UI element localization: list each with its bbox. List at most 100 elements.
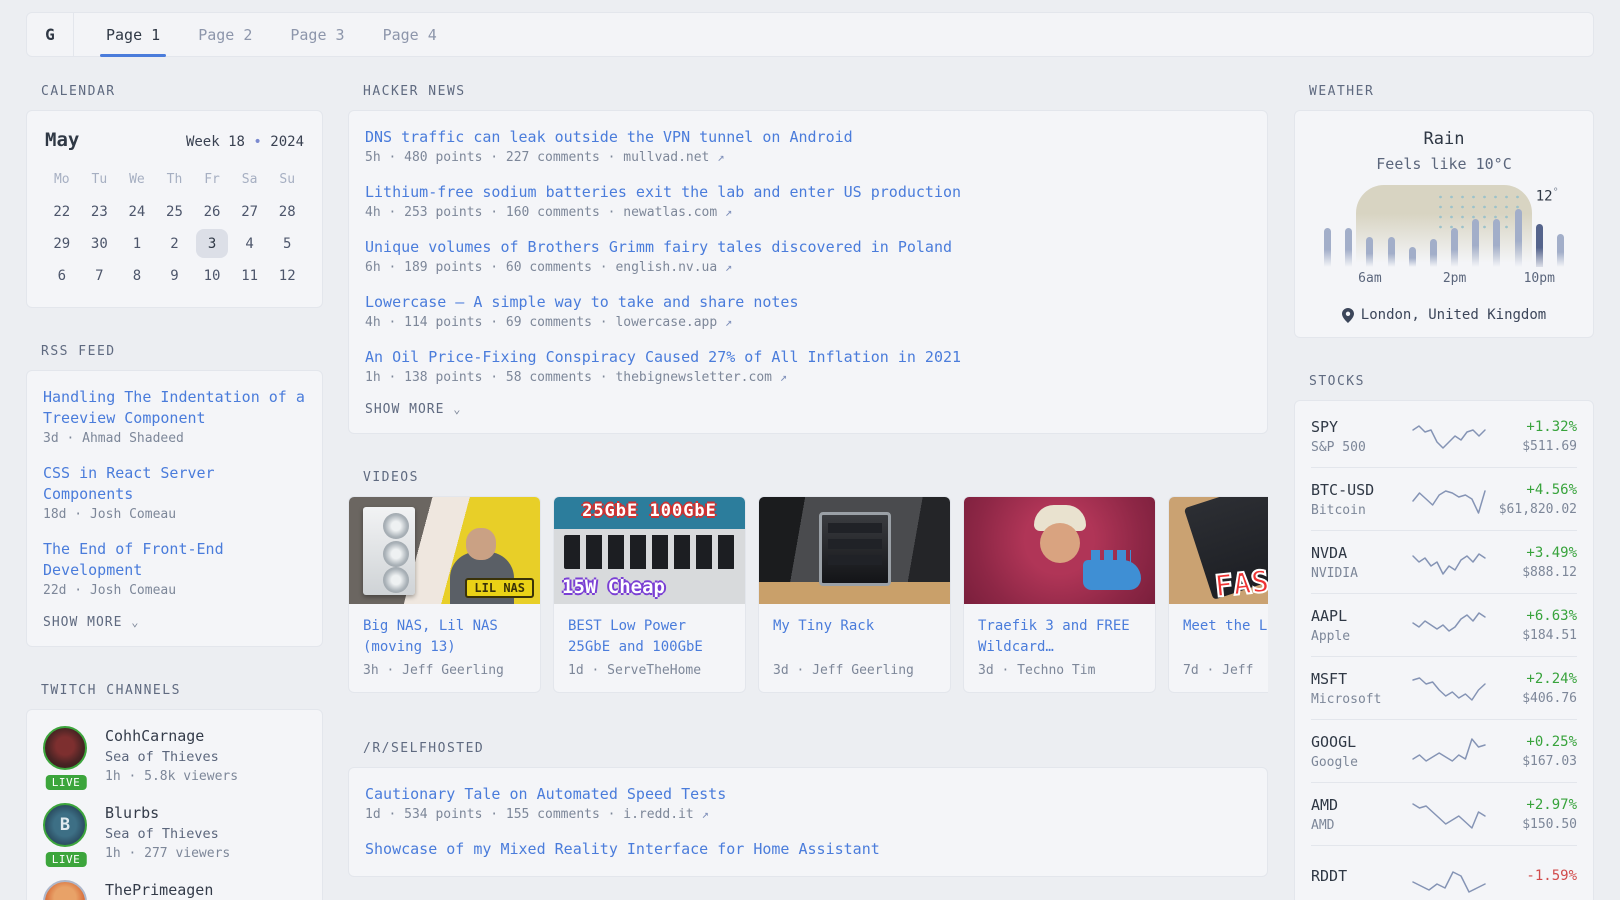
reddit-item-link[interactable]: Showcase of my Mixed Reality Interface f… <box>365 839 1251 860</box>
calendar-day: 6 <box>43 260 81 291</box>
twitch-avatar-blurbs: B <box>43 803 87 847</box>
rss-item-meta: 18d · Josh Comeau <box>43 507 306 522</box>
tab-page-2[interactable]: Page 2 <box>186 13 264 56</box>
weather-section-label: WEATHER <box>1294 84 1594 100</box>
reddit-item-link[interactable]: Cautionary Tale on Automated Speed Tests <box>365 784 1251 805</box>
twitch-viewers: 1h · 277 viewers <box>105 846 230 861</box>
avatar <box>43 880 89 900</box>
tab-page-4[interactable]: Page 4 <box>371 13 449 56</box>
stock-change: +3.49% <box>1491 545 1577 561</box>
weather-bar-slot <box>1359 185 1380 267</box>
stock-symbol-link[interactable]: SPY <box>1311 418 1407 436</box>
stock-symbol-link[interactable]: AAPL <box>1311 607 1407 625</box>
stock-sparkline <box>1411 418 1487 454</box>
external-link-icon[interactable]: ↗ <box>725 205 732 219</box>
stock-change: +4.56% <box>1491 482 1577 498</box>
hackernews-item: Lowercase – A simple way to take and sha… <box>365 292 1251 330</box>
stock-sparkline <box>1411 544 1487 580</box>
video-title-link[interactable]: Traefik 3 and FREE Wildcard… <box>978 616 1141 658</box>
external-link-icon[interactable]: ↗ <box>702 807 709 821</box>
hackernews-show-more-button[interactable]: SHOW MORE ⌄ <box>365 402 1251 417</box>
dot-separator: • <box>253 134 261 150</box>
weather-bar <box>1515 209 1522 267</box>
pc-case-graphic <box>363 507 415 595</box>
hackernews-item-meta: 4h · 114 points · 69 comments · lowercas… <box>365 315 1251 330</box>
calendar-day: 28 <box>268 196 306 227</box>
video-thumbnail[interactable]: LIL NAS <box>349 497 540 604</box>
weather-bar <box>1388 237 1395 267</box>
stock-symbol-link[interactable]: GOOGL <box>1311 733 1407 751</box>
hackernews-item-link[interactable]: Lowercase – A simple way to take and sha… <box>365 292 1251 313</box>
stock-row: NVDANVIDIA +3.49%$888.12 <box>1311 531 1577 594</box>
twitch-avatar-cohhcarnage <box>43 726 87 770</box>
stock-symbol-link[interactable]: NVDA <box>1311 544 1407 562</box>
video-thumbnail[interactable]: 25GbE 100GbE 15W Cheap <box>554 497 745 604</box>
twitch-channel-link[interactable]: Blurbs <box>105 803 230 823</box>
live-badge: LIVE <box>46 775 87 790</box>
weekday-label: Sa <box>231 165 269 195</box>
hackernews-item-link[interactable]: An Oil Price-Fixing Conspiracy Caused 27… <box>365 347 1251 368</box>
twitch-game: Sea of Thieves <box>105 749 238 765</box>
stock-row: BTC-USDBitcoin +4.56%$61,820.02 <box>1311 468 1577 531</box>
weather-bar-slot <box>1317 185 1338 267</box>
rss-item-meta: 3d · Ahmad Shadeed <box>43 431 306 446</box>
stock-symbol-link[interactable]: RDDT <box>1311 867 1407 885</box>
top-navigation: G Page 1 Page 2 Page 3 Page 4 <box>26 12 1594 57</box>
stock-symbol-link[interactable]: AMD <box>1311 796 1407 814</box>
video-thumbnail[interactable] <box>759 497 950 604</box>
twitch-channel-link[interactable]: CohhCarnage <box>105 726 238 746</box>
weekday-label: Mo <box>43 165 81 195</box>
video-meta: 3d · Techno Tim <box>978 663 1141 678</box>
video-card: LIL NAS Big NAS, Lil NAS (moving 13) 3h … <box>348 496 541 693</box>
video-thumbnail[interactable]: FAS <box>1169 497 1268 604</box>
hackernews-item-link[interactable]: DNS traffic can leak outside the VPN tun… <box>365 127 1251 148</box>
hackernews-item-meta: 6h · 189 points · 60 comments · english.… <box>365 260 1251 275</box>
stock-sparkline <box>1411 733 1487 769</box>
hackernews-item-link[interactable]: Lithium-free sodium batteries exit the l… <box>365 182 1251 203</box>
video-thumbnail[interactable] <box>964 497 1155 604</box>
weather-bar <box>1451 228 1458 267</box>
rss-show-more-button[interactable]: SHOW MORE ⌄ <box>43 615 306 630</box>
external-link-icon[interactable]: ↗ <box>780 370 787 384</box>
video-meta: 3h · Jeff Geerling <box>363 663 526 678</box>
external-link-icon[interactable]: ↗ <box>725 315 732 329</box>
stock-name: Bitcoin <box>1311 503 1407 518</box>
reddit-item: Cautionary Tale on Automated Speed Tests… <box>365 784 1251 822</box>
stocks-widget: SPYS&P 500 +1.32%$511.69 BTC-USDBitcoin … <box>1294 400 1594 900</box>
hackernews-item: Lithium-free sodium batteries exit the l… <box>365 182 1251 220</box>
stock-row: GOOGLGoogle +0.25%$167.03 <box>1311 720 1577 783</box>
video-title-link[interactable]: My Tiny Rack <box>773 616 936 658</box>
rss-item-link[interactable]: Handling The Indentation of a Treeview C… <box>43 387 306 429</box>
stock-symbol-link[interactable]: MSFT <box>1311 670 1407 688</box>
weather-hour-label: 6am <box>1358 271 1381 286</box>
weather-hourly-chart: 6am2pm10pm 12° <box>1311 185 1577 281</box>
stock-row: SPYS&P 500 +1.32%$511.69 <box>1311 405 1577 468</box>
tab-page-3[interactable]: Page 3 <box>278 13 356 56</box>
thumbnail-caption: 25GbE 100GbE <box>554 501 745 521</box>
twitch-channel-link[interactable]: ThePrimeagen <box>105 880 213 900</box>
video-card: FAS Meet the Linux Clu 7d · Jeff <box>1168 496 1268 693</box>
video-title-link[interactable]: Big NAS, Lil NAS (moving 13) <box>363 616 526 658</box>
stock-name: Apple <box>1311 629 1407 644</box>
stock-name: Google <box>1311 755 1407 770</box>
rss-item-link[interactable]: The End of Front-End Development <box>43 539 306 581</box>
rss-widget: Handling The Indentation of a Treeview C… <box>26 370 323 647</box>
weekday-label: Su <box>268 165 306 195</box>
weather-bar <box>1493 219 1500 267</box>
rss-item-link[interactable]: CSS in React Server Components <box>43 463 306 505</box>
video-title-link[interactable]: Meet the Linux Clu <box>1183 616 1268 658</box>
calendar-week-year: Week 18 • 2024 <box>186 134 304 150</box>
tab-page-1[interactable]: Page 1 <box>94 13 172 56</box>
hackernews-item-meta: 5h · 480 points · 227 comments · mullvad… <box>365 150 1251 165</box>
stock-symbol-link[interactable]: BTC-USD <box>1311 481 1407 499</box>
stock-price: $167.03 <box>1491 754 1577 769</box>
external-link-icon[interactable]: ↗ <box>717 150 724 164</box>
calendar-day: 23 <box>81 196 119 227</box>
calendar-day: 30 <box>81 228 119 259</box>
hackernews-item-link[interactable]: Unique volumes of Brothers Grimm fairy t… <box>365 237 1251 258</box>
external-link-icon[interactable]: ↗ <box>725 260 732 274</box>
app-logo[interactable]: G <box>27 13 74 56</box>
video-title-link[interactable]: BEST Low Power 25GbE and 100GbE Switch… <box>568 616 731 658</box>
weather-location: London, United Kingdom <box>1311 307 1577 323</box>
weather-bar <box>1557 234 1564 267</box>
